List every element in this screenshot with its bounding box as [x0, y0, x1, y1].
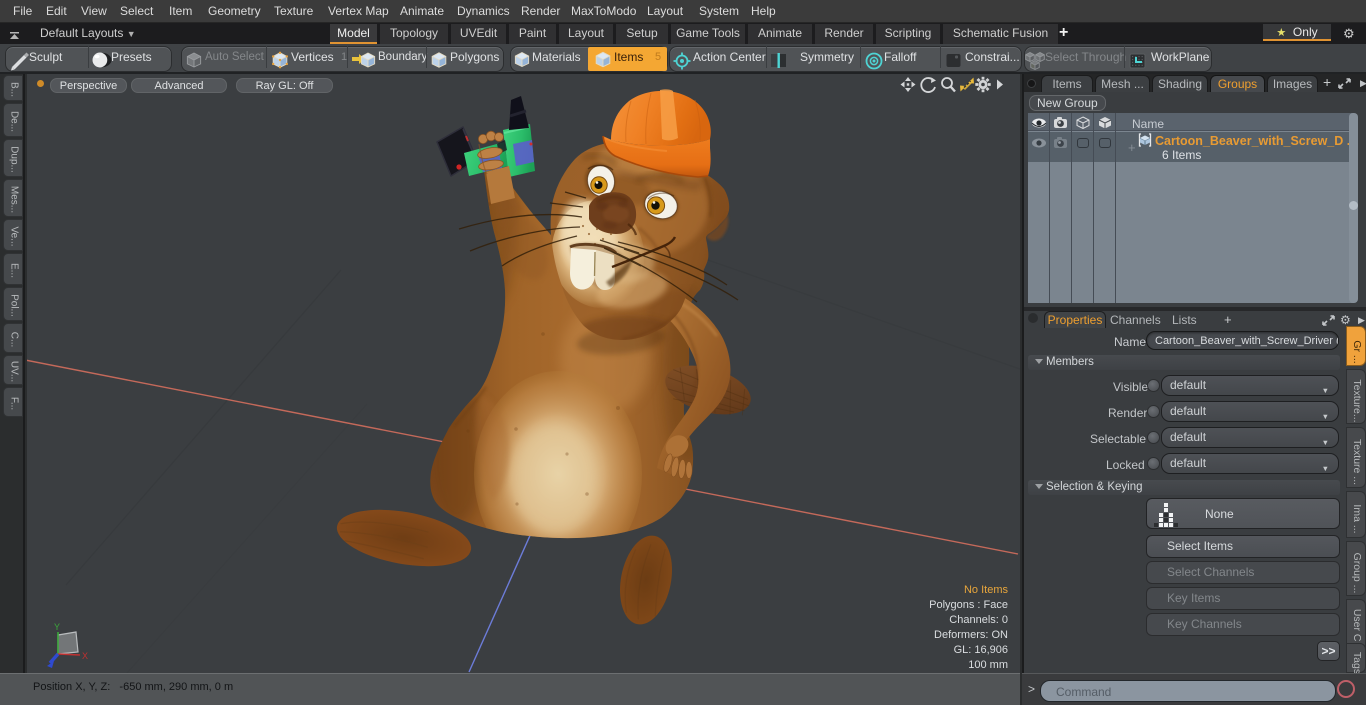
svg-text:Y: Y: [54, 622, 60, 632]
svg-text:X: X: [82, 651, 88, 661]
